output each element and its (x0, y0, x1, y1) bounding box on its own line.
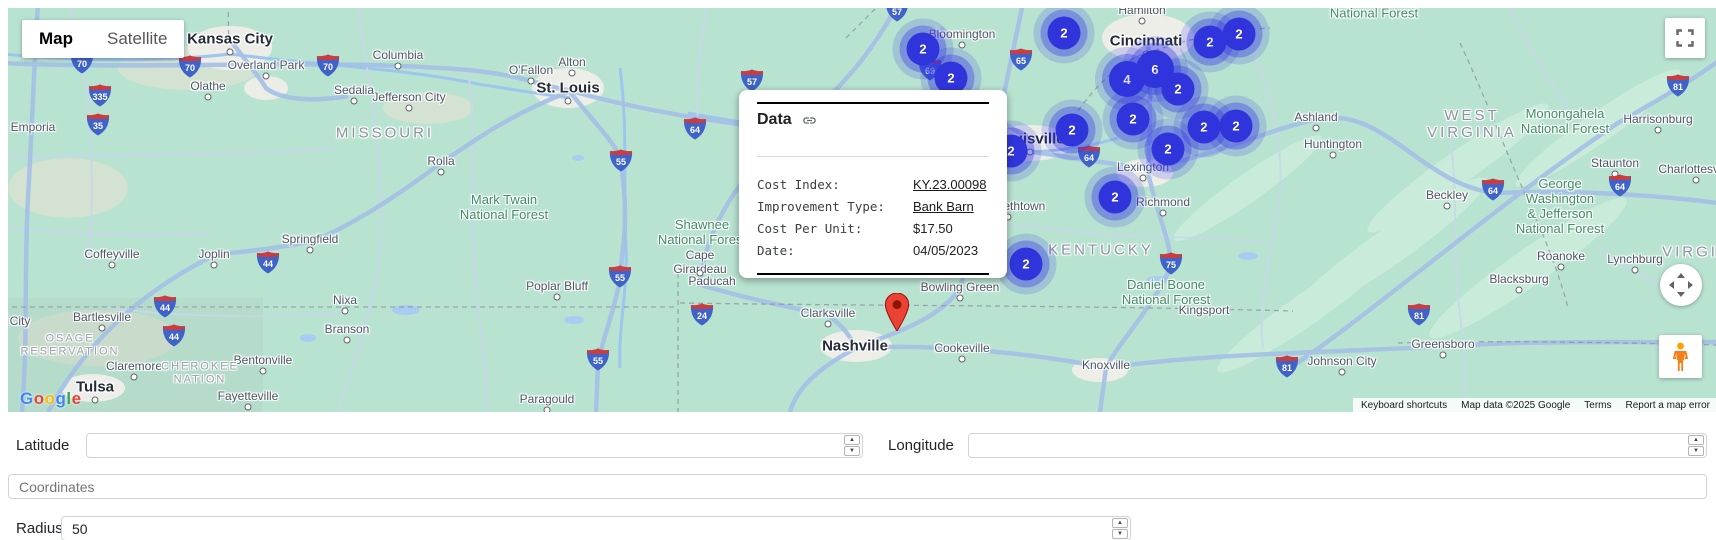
google-logo-letter: o (45, 389, 56, 408)
latitude-input[interactable] (86, 433, 863, 458)
google-logo-letter: g (56, 389, 67, 408)
popup-top-rule (757, 102, 989, 104)
stepper-down-icon[interactable]: ▼ (844, 446, 860, 456)
popup-row-label: Cost Index: (757, 177, 913, 192)
cluster-marker[interactable]: 2 (1152, 133, 1185, 166)
google-logo[interactable]: Google (20, 389, 82, 409)
stepper-up-icon[interactable]: ▲ (1112, 518, 1128, 528)
link-icon[interactable] (802, 113, 817, 128)
map-type-control: Map Satellite (22, 20, 184, 58)
radius-input[interactable] (61, 516, 1131, 540)
popup-row-value-link[interactable]: Bank Barn (913, 199, 974, 214)
cluster-marker[interactable]: 2 (1188, 111, 1221, 144)
popup-row: Date:04/05/2023 (757, 239, 989, 261)
map-data-text: Map data ©2025 Google (1461, 400, 1570, 411)
cluster-marker[interactable]: 2 (1194, 26, 1227, 59)
google-map[interactable]: Kansas CityOverland ParkOlatheSedaliaCol… (8, 8, 1716, 412)
cluster-marker[interactable]: 2 (1056, 114, 1089, 147)
cluster-marker[interactable]: 2 (1117, 103, 1150, 136)
cluster-marker[interactable]: 2 (1220, 110, 1253, 143)
popup-row-label: Cost Per Unit: (757, 221, 913, 236)
map-attribution: Keyboard shortcuts Map data ©2025 Google… (1353, 398, 1716, 412)
popup-row-value-link[interactable]: KY.23.00098 (913, 177, 987, 192)
popup-row: Cost Per Unit:$17.50 (757, 217, 989, 239)
radius-label: Radius (16, 516, 63, 540)
stepper-down-icon[interactable]: ▼ (1688, 446, 1704, 456)
longitude-input[interactable] (968, 433, 1707, 458)
terms-link[interactable]: Terms (1584, 400, 1611, 411)
latitude-stepper[interactable]: ▲ ▼ (844, 435, 860, 456)
cluster-marker[interactable]: 2 (1010, 248, 1043, 281)
popup-divider (757, 156, 989, 157)
longitude-stepper[interactable]: ▲ ▼ (1688, 435, 1704, 456)
pan-arrows-icon (1668, 272, 1694, 298)
street-view-pegman-button[interactable] (1659, 335, 1702, 378)
coordinates-input[interactable] (8, 474, 1707, 499)
stepper-up-icon[interactable]: ▲ (1688, 435, 1704, 445)
fullscreen-button[interactable] (1665, 18, 1705, 58)
map-type-satellite-button[interactable]: Satellite (90, 20, 184, 58)
cluster-marker[interactable]: 2 (1162, 73, 1195, 106)
popup-row-label: Date: (757, 243, 913, 258)
popup-bottom-rule (757, 273, 989, 275)
popup-row-label: Improvement Type: (757, 199, 913, 214)
stepper-up-icon[interactable]: ▲ (844, 435, 860, 445)
popup-row-value: $17.50 (913, 221, 953, 236)
report-map-error-link[interactable]: Report a map error (1626, 400, 1710, 411)
keyboard-shortcuts-link[interactable]: Keyboard shortcuts (1361, 400, 1447, 411)
map-type-map-button[interactable]: Map (22, 20, 90, 58)
stepper-down-icon[interactable]: ▼ (1112, 529, 1128, 539)
cluster-marker[interactable]: 2 (1048, 17, 1081, 50)
popup-title: Data (757, 111, 792, 129)
fullscreen-icon (1676, 29, 1694, 47)
popup-row: Cost Index:KY.23.00098 (757, 173, 989, 195)
cluster-marker[interactable]: 2 (1223, 18, 1256, 51)
google-logo-letter: e (72, 389, 82, 408)
info-window: Data Cost Index:KY.23.00098Improvement T… (739, 90, 1007, 278)
radius-stepper[interactable]: ▲ ▼ (1112, 518, 1128, 539)
cluster-marker[interactable]: 2 (1099, 181, 1132, 214)
map-marker-pin[interactable] (884, 293, 910, 336)
google-logo-letter: o (34, 389, 45, 408)
cluster-marker[interactable]: 2 (907, 33, 940, 66)
street-view-pegman-icon (1673, 342, 1688, 372)
pan-control[interactable] (1660, 264, 1702, 306)
page: Kansas CityOverland ParkOlatheSedaliaCol… (0, 0, 1716, 540)
latitude-label: Latitude (16, 433, 69, 458)
popup-row: Improvement Type:Bank Barn (757, 195, 989, 217)
google-logo-letter: G (20, 389, 34, 408)
longitude-label: Longitude (888, 433, 954, 458)
popup-row-value: 04/05/2023 (913, 243, 978, 258)
